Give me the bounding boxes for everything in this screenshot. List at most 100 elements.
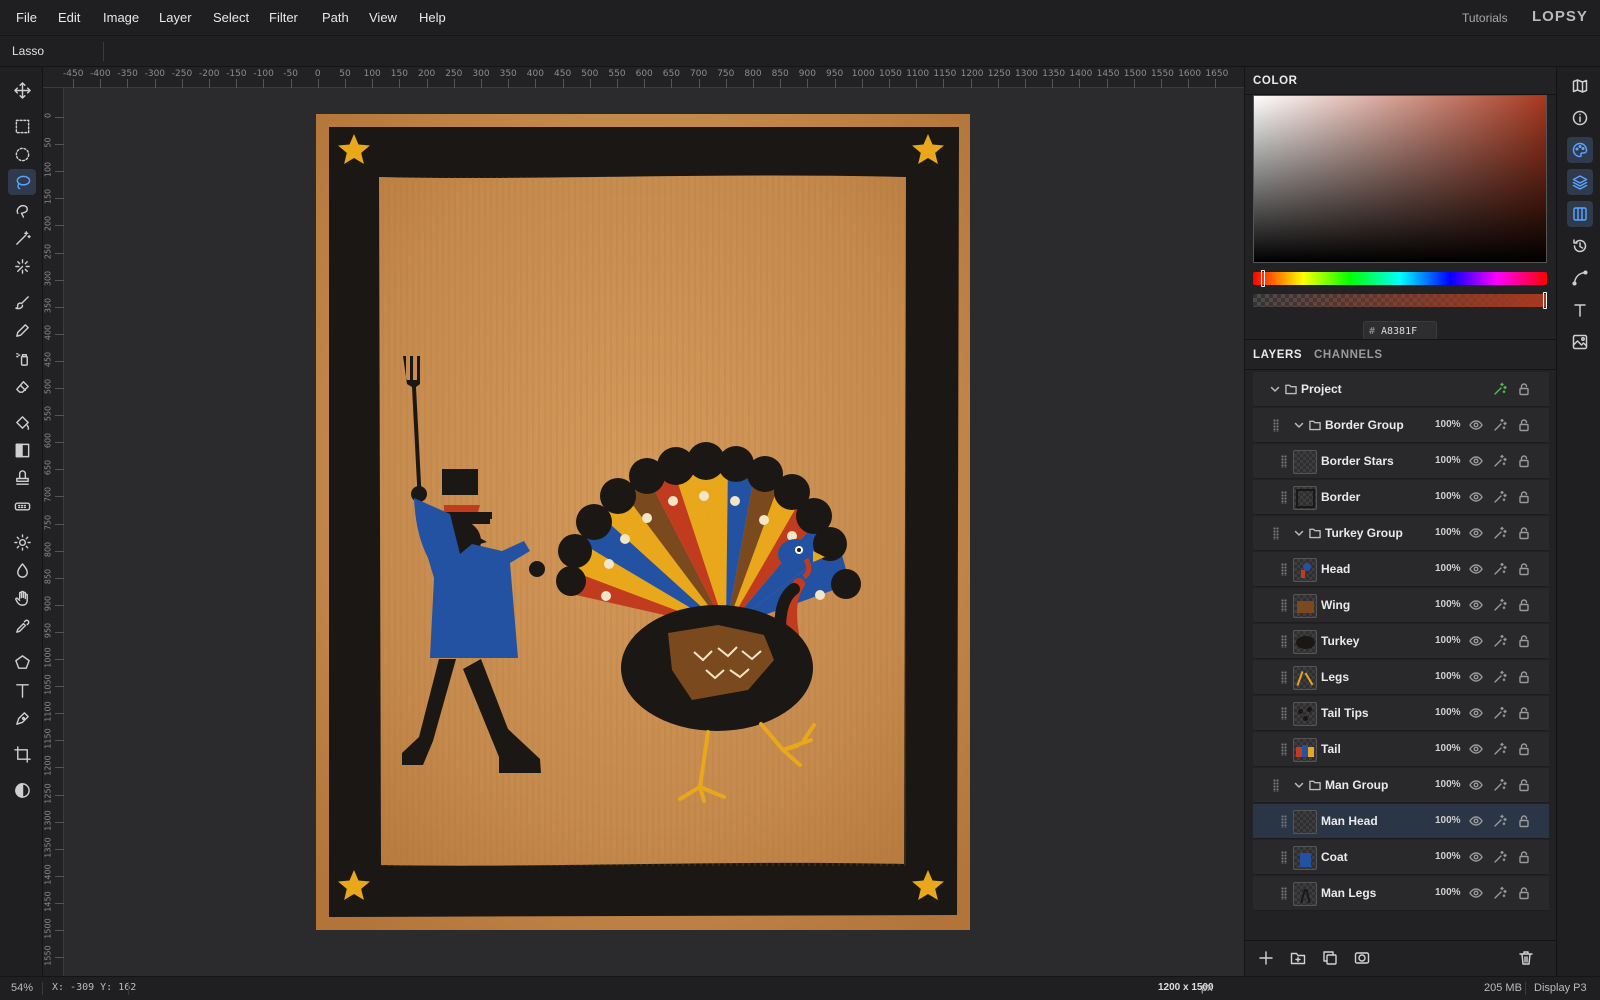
- drag-handle-icon[interactable]: [1281, 851, 1287, 864]
- zoom-level[interactable]: 54%: [11, 982, 33, 994]
- layer-row[interactable]: Legs 100%: [1253, 660, 1549, 695]
- effects-icon[interactable]: [1493, 454, 1507, 468]
- eye-icon[interactable]: [1469, 706, 1483, 720]
- eraser-icon[interactable]: [8, 373, 36, 399]
- lock-icon[interactable]: [1517, 742, 1531, 756]
- add-layer-icon[interactable]: [1258, 950, 1276, 968]
- eye-icon[interactable]: [1469, 886, 1483, 900]
- layer-row[interactable]: Wing 100%: [1253, 588, 1549, 623]
- drag-handle-icon[interactable]: [1281, 599, 1287, 612]
- tutorials-link[interactable]: Tutorials: [1462, 11, 1508, 25]
- effects-icon[interactable]: [1493, 418, 1507, 432]
- duplicate-layer-icon[interactable]: [1322, 950, 1340, 968]
- layer-row[interactable]: Coat 100%: [1253, 840, 1549, 875]
- lock-icon[interactable]: [1517, 778, 1531, 792]
- lasso-icon[interactable]: [8, 169, 36, 195]
- eye-icon[interactable]: [1469, 742, 1483, 756]
- layer-opacity[interactable]: 100%: [1435, 491, 1461, 502]
- effects-icon[interactable]: [1493, 490, 1507, 504]
- effects-icon[interactable]: [1493, 562, 1507, 576]
- drag-handle-icon[interactable]: [1273, 419, 1279, 432]
- info-icon[interactable]: [1567, 105, 1593, 131]
- hand-icon[interactable]: [8, 585, 36, 611]
- channels-icon[interactable]: [1567, 201, 1593, 227]
- effects-icon[interactable]: [1493, 634, 1507, 648]
- pen-icon[interactable]: [8, 705, 36, 731]
- add-group-icon[interactable]: [1290, 950, 1308, 968]
- saturation-value-picker[interactable]: [1253, 95, 1547, 263]
- crop-icon[interactable]: [8, 741, 36, 767]
- lock-icon[interactable]: [1517, 814, 1531, 828]
- drag-handle-icon[interactable]: [1273, 527, 1279, 540]
- drag-handle-icon[interactable]: [1281, 635, 1287, 648]
- effects-icon[interactable]: [1493, 670, 1507, 684]
- ellipse-select-icon[interactable]: [8, 141, 36, 167]
- effects-icon[interactable]: [1493, 742, 1507, 756]
- effects-icon[interactable]: [1493, 778, 1507, 792]
- menu-file[interactable]: File: [16, 10, 37, 25]
- paths-icon[interactable]: [1567, 265, 1593, 291]
- polygon-icon[interactable]: [8, 649, 36, 675]
- layer-opacity[interactable]: 100%: [1435, 779, 1461, 790]
- menu-select[interactable]: Select: [213, 10, 249, 25]
- layer-group-row[interactable]: Border Group 100%: [1253, 408, 1549, 443]
- drag-handle-icon[interactable]: [1281, 563, 1287, 576]
- chevron-down-icon[interactable]: [1293, 779, 1305, 791]
- paint-bucket-icon[interactable]: [8, 409, 36, 435]
- object-select-icon[interactable]: [8, 253, 36, 279]
- layer-row[interactable]: Border Stars 100%: [1253, 444, 1549, 479]
- tab-channels[interactable]: CHANNELS: [1314, 349, 1383, 361]
- layer-opacity[interactable]: 100%: [1435, 671, 1461, 682]
- layer-row[interactable]: Border 100%: [1253, 480, 1549, 515]
- quick-select-icon[interactable]: [8, 197, 36, 223]
- lock-icon[interactable]: [1517, 670, 1531, 684]
- layer-opacity[interactable]: 100%: [1435, 599, 1461, 610]
- effects-icon[interactable]: [1493, 526, 1507, 540]
- menu-edit[interactable]: Edit: [58, 10, 80, 25]
- drag-handle-icon[interactable]: [1281, 455, 1287, 468]
- drag-handle-icon[interactable]: [1281, 887, 1287, 900]
- history-icon[interactable]: [1567, 233, 1593, 259]
- layer-opacity[interactable]: 100%: [1435, 815, 1461, 826]
- lock-icon[interactable]: [1517, 706, 1531, 720]
- layer-opacity[interactable]: 100%: [1435, 455, 1461, 466]
- menu-layer[interactable]: Layer: [159, 10, 192, 25]
- hue-slider-handle[interactable]: [1261, 270, 1265, 287]
- lock-icon[interactable]: [1517, 850, 1531, 864]
- eye-icon[interactable]: [1469, 418, 1483, 432]
- clone-stamp-icon[interactable]: [8, 465, 36, 491]
- lock-icon[interactable]: [1517, 454, 1531, 468]
- alpha-slider[interactable]: [1253, 294, 1547, 307]
- drag-handle-icon[interactable]: [1281, 743, 1287, 756]
- layer-opacity[interactable]: 100%: [1435, 419, 1461, 430]
- lock-icon[interactable]: [1517, 634, 1531, 648]
- eye-icon[interactable]: [1469, 670, 1483, 684]
- layer-row[interactable]: Man Legs 100%: [1253, 876, 1549, 911]
- hue-slider[interactable]: [1253, 272, 1547, 285]
- layer-opacity[interactable]: 100%: [1435, 707, 1461, 718]
- layer-group-row[interactable]: Project: [1253, 372, 1549, 407]
- dodge-icon[interactable]: [8, 529, 36, 555]
- menu-view[interactable]: View: [369, 10, 397, 25]
- chevron-down-icon[interactable]: [1293, 527, 1305, 539]
- navigator-icon[interactable]: [1567, 73, 1593, 99]
- move-tool-icon[interactable]: [8, 77, 36, 103]
- layer-opacity[interactable]: 100%: [1435, 635, 1461, 646]
- layer-row[interactable]: Tail Tips 100%: [1253, 696, 1549, 731]
- eye-icon[interactable]: [1469, 562, 1483, 576]
- layer-group-row[interactable]: Man Group 100%: [1253, 768, 1549, 803]
- layer-opacity[interactable]: 100%: [1435, 563, 1461, 574]
- hex-input[interactable]: # A8381F: [1363, 321, 1437, 341]
- eye-icon[interactable]: [1469, 454, 1483, 468]
- gradient-icon[interactable]: [8, 437, 36, 463]
- eyedropper-icon[interactable]: [8, 613, 36, 639]
- effects-icon[interactable]: [1493, 598, 1507, 612]
- eye-icon[interactable]: [1469, 778, 1483, 792]
- mask-layer-icon[interactable]: [1354, 950, 1372, 968]
- color-profile[interactable]: Display P3: [1534, 982, 1587, 994]
- menu-help[interactable]: Help: [419, 10, 446, 25]
- layers-icon[interactable]: [1567, 169, 1593, 195]
- layer-row[interactable]: Tail 100%: [1253, 732, 1549, 767]
- contrast-icon[interactable]: [8, 777, 36, 803]
- lock-icon[interactable]: [1517, 526, 1531, 540]
